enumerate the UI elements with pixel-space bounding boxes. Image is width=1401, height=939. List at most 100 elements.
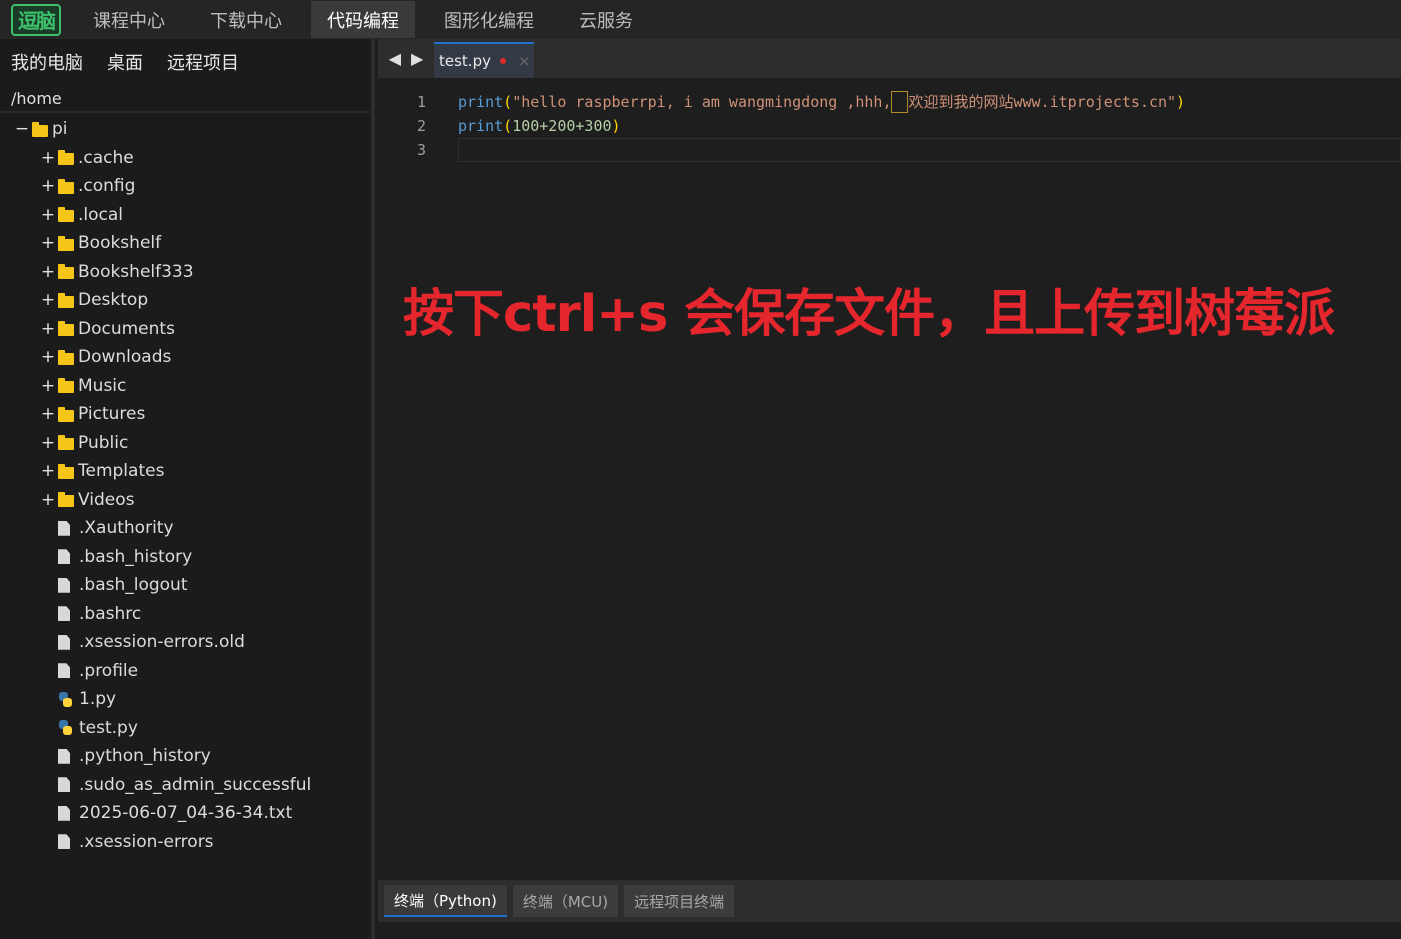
tree-file[interactable]: 2025-06-07_04-36-34.txt (0, 799, 371, 828)
terminal-tab-mcu[interactable]: 终端（MCU) (512, 885, 619, 917)
line-number: 2 (416, 117, 426, 135)
top-nav: 逗脑 课程中心 下载中心 代码编程 图形化编程 云服务 (0, 0, 1401, 39)
folder-icon (58, 292, 74, 308)
file-icon (58, 606, 70, 622)
tree-folder[interactable]: + .local (0, 201, 371, 230)
tree-file-label: .xsession-errors.old (79, 632, 245, 653)
code-line: 1 print("hello raspberrpi, i am wangming… (378, 90, 1401, 114)
current-line-highlight (458, 138, 1401, 162)
python-icon (58, 720, 73, 736)
expand-toggle[interactable]: + (40, 148, 56, 168)
expand-toggle[interactable]: + (40, 290, 56, 310)
tree-root-pi[interactable]: − pi (0, 115, 371, 144)
folder-icon (58, 492, 74, 508)
expand-toggle[interactable]: + (40, 262, 56, 282)
nav-tab-courses[interactable]: 课程中心 (77, 1, 181, 38)
tree-file[interactable]: .bash_logout (0, 571, 371, 600)
nav-tab-code[interactable]: 代码编程 (311, 1, 415, 38)
tree-file-label: .bashrc (79, 603, 142, 624)
folder-icon (32, 121, 48, 137)
location-tab-remote[interactable]: 远程项目 (167, 49, 239, 75)
tree-folder[interactable]: + Downloads (0, 343, 371, 372)
tree-file[interactable]: test.py (0, 714, 371, 743)
folder-icon (58, 321, 74, 337)
nav-tab-downloads[interactable]: 下载中心 (194, 1, 298, 38)
folder-icon (58, 349, 74, 365)
terminal-tab-bar: 终端（Python) 终端（MCU) 远程项目终端 (378, 880, 1401, 922)
expand-toggle[interactable]: + (40, 404, 56, 424)
tree-folder-label: Desktop (78, 290, 149, 311)
close-tab-icon[interactable]: × (518, 52, 531, 70)
tree-folder-label: Templates (78, 461, 165, 482)
tree-folder-label: .config (78, 176, 136, 197)
tree-file[interactable]: .sudo_as_admin_successful (0, 771, 371, 800)
collapse-toggle[interactable]: − (14, 119, 30, 139)
file-icon (58, 634, 70, 650)
expand-toggle[interactable]: + (40, 319, 56, 339)
editor-tab-test-py[interactable]: test.py × (434, 42, 534, 78)
tab-prev-icon[interactable]: ◀ (389, 49, 401, 68)
tree-folder[interactable]: + Videos (0, 486, 371, 515)
tree-folder[interactable]: + Desktop (0, 286, 371, 315)
folder-icon (58, 207, 74, 223)
terminal-tab-remote[interactable]: 远程项目终端 (624, 885, 735, 917)
folder-icon (58, 463, 74, 479)
file-icon (58, 748, 70, 764)
tree-folder[interactable]: + .cache (0, 144, 371, 173)
tree-folder[interactable]: + .config (0, 172, 371, 201)
folder-icon (58, 406, 74, 422)
code-area[interactable]: 1 print("hello raspberrpi, i am wangming… (378, 90, 1401, 162)
expand-toggle[interactable]: + (40, 347, 56, 367)
file-icon (58, 520, 70, 536)
keyword: print (458, 92, 504, 111)
expand-toggle[interactable]: + (40, 376, 56, 396)
nav-tab-cloud[interactable]: 云服务 (563, 1, 649, 38)
tree-folder-label: Bookshelf (78, 233, 162, 254)
tree-file-label: .profile (79, 660, 139, 681)
bracket-match-box (891, 91, 909, 114)
location-tab-my-computer[interactable]: 我的电脑 (11, 49, 83, 75)
folder-icon (58, 178, 74, 194)
location-tab-desktop[interactable]: 桌面 (107, 49, 143, 75)
tab-next-icon[interactable]: ▶ (411, 49, 423, 68)
app-logo[interactable]: 逗脑 (11, 3, 61, 36)
tree-file[interactable]: .python_history (0, 742, 371, 771)
terminal-panel[interactable] (378, 922, 1401, 939)
terminal-tab-python[interactable]: 终端（Python) (384, 885, 507, 917)
tree-file[interactable]: .bash_history (0, 543, 371, 572)
expand-toggle[interactable]: + (40, 433, 56, 453)
tree-file[interactable]: .bashrc (0, 600, 371, 629)
tree-folder[interactable]: + Bookshelf (0, 229, 371, 258)
tree-folder[interactable]: + Public (0, 429, 371, 458)
tree-folder[interactable]: + Templates (0, 457, 371, 486)
folder-icon (58, 235, 74, 251)
tree-folder-label: Pictures (78, 404, 146, 425)
python-icon (58, 691, 73, 707)
tree-folder-label: Public (78, 432, 129, 453)
folder-icon (58, 378, 74, 394)
tree-file[interactable]: .Xauthority (0, 514, 371, 543)
tree-folder[interactable]: + Music (0, 372, 371, 401)
code-editor: ◀ ▶ test.py × 1 print("hello raspberrpi,… (378, 39, 1401, 939)
tree-file[interactable]: .xsession-errors.old (0, 628, 371, 657)
expand-toggle[interactable]: + (40, 233, 56, 253)
folder-icon (58, 150, 74, 166)
tree-file[interactable]: 1.py (0, 685, 371, 714)
tree-folder[interactable]: + Pictures (0, 400, 371, 429)
editor-tab-bar: ◀ ▶ test.py × (378, 39, 1401, 78)
expand-toggle[interactable]: + (40, 461, 56, 481)
unsaved-dot-icon (499, 58, 506, 64)
nav-tab-graphical[interactable]: 图形化编程 (428, 1, 550, 38)
file-icon (58, 777, 70, 793)
tree-folder[interactable]: + Documents (0, 315, 371, 344)
folder-icon (58, 264, 74, 280)
expand-toggle[interactable]: + (40, 205, 56, 225)
code-line-text: print("hello raspberrpi, i am wangmingdo… (458, 91, 1185, 114)
code-line: 2 print(100+200+300) (378, 114, 1401, 138)
tree-file[interactable]: .profile (0, 657, 371, 686)
expand-toggle[interactable]: + (40, 176, 56, 196)
file-tree: − pi + .cache + .config + .local + Bookshelf + Bo… (0, 113, 371, 856)
expand-toggle[interactable]: + (40, 490, 56, 510)
tree-folder[interactable]: + Bookshelf333 (0, 258, 371, 287)
tree-file[interactable]: .xsession-errors (0, 828, 371, 857)
